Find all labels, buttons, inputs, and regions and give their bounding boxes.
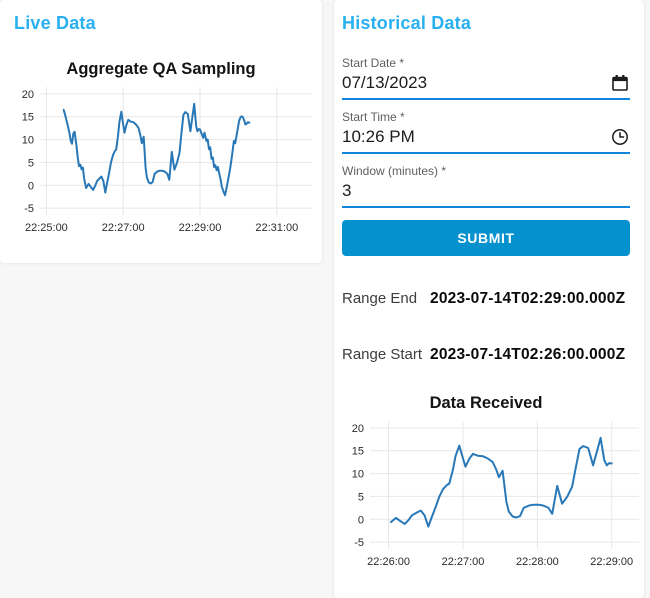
live-data-panel: Live Data Aggregate QA Sampling -5 0 5 10 15… — [0, 0, 322, 263]
start-date-input[interactable] — [342, 73, 610, 93]
svg-text:22:27:00: 22:27:00 — [102, 222, 145, 234]
window-minutes-field: Window (minutes) * — [342, 164, 630, 208]
submit-button[interactable]: SUBMIT — [342, 220, 630, 256]
svg-text:15: 15 — [352, 446, 364, 458]
live-chart-title: Aggregate QA Sampling — [66, 60, 256, 78]
range-end-label: Range End — [342, 290, 418, 307]
svg-text:15: 15 — [22, 112, 34, 124]
range-start-value: 2023-07-14T02:26:00.000Z — [430, 346, 626, 363]
calendar-icon[interactable] — [610, 73, 630, 93]
svg-text:-5: -5 — [24, 203, 34, 215]
svg-text:22:26:00: 22:26:00 — [367, 556, 410, 568]
window-minutes-label: Window (minutes) * — [342, 164, 447, 178]
start-time-field: Start Time * — [342, 110, 630, 154]
svg-text:22:29:00: 22:29:00 — [590, 556, 633, 568]
svg-text:-5: -5 — [354, 537, 364, 549]
svg-text:22:28:00: 22:28:00 — [516, 556, 559, 568]
svg-text:20: 20 — [22, 89, 34, 101]
historical-data-panel: Historical Data Start Date * 07/13/2023 … — [334, 0, 644, 598]
svg-text:10: 10 — [22, 135, 34, 147]
start-date-field: Start Date * — [342, 56, 630, 100]
svg-text:0: 0 — [358, 514, 364, 526]
range-start-label: Range Start — [342, 346, 423, 363]
start-time-row — [342, 127, 630, 154]
historical-chart-title: Data Received — [429, 394, 543, 412]
historical-data-heading: Historical Data — [342, 13, 472, 33]
svg-text:22:27:00: 22:27:00 — [442, 556, 485, 568]
dashboard: Live Data Aggregate QA Sampling -5 0 5 10 15… — [0, 0, 650, 598]
svg-text:5: 5 — [358, 491, 364, 503]
clock-icon[interactable] — [610, 127, 630, 147]
svg-text:10: 10 — [352, 469, 364, 481]
live-chart: -5 0 5 10 15 20 22:25:00 22:27:00 22:29:00 22:31:… — [22, 87, 312, 234]
start-date-label: Start Date * — [342, 56, 405, 70]
svg-text:22:25:00: 22:25:00 — [25, 222, 68, 234]
svg-text:20: 20 — [352, 423, 364, 435]
historical-form: Start Date * Start Time * — [342, 56, 630, 256]
results: Range End 2023-07-14T02:29:00.000Z Range… — [342, 290, 630, 364]
range-end-row: Range End 2023-07-14T02:29:00.000Z — [342, 290, 630, 308]
range-end-value: 2023-07-14T02:29:00.000Z — [430, 290, 626, 307]
svg-text:22:31:00: 22:31:00 — [255, 222, 298, 234]
live-data-heading: Live Data — [14, 13, 96, 33]
start-time-input[interactable] — [342, 127, 610, 147]
svg-text:5: 5 — [28, 157, 34, 169]
range-start-row: Range Start 2023-07-14T02:26:00.000Z — [342, 346, 630, 364]
svg-text:0: 0 — [28, 180, 34, 192]
window-minutes-row — [342, 181, 630, 208]
live-chart-block: Aggregate QA Sampling -5 0 5 10 15 20 22:25:00… — [0, 60, 322, 246]
start-date-row — [342, 73, 630, 100]
historical-chart: -5 0 5 10 15 20 22:26:00 22:27:00 22:28:00 22:29:… — [352, 421, 639, 568]
svg-text:22:29:00: 22:29:00 — [179, 222, 222, 234]
window-minutes-input[interactable] — [342, 181, 630, 201]
historical-chart-block: Data Received -5 0 5 10 15 20 22:26:00 22:27:00… — [342, 394, 639, 582]
start-time-label: Start Time * — [342, 110, 405, 124]
